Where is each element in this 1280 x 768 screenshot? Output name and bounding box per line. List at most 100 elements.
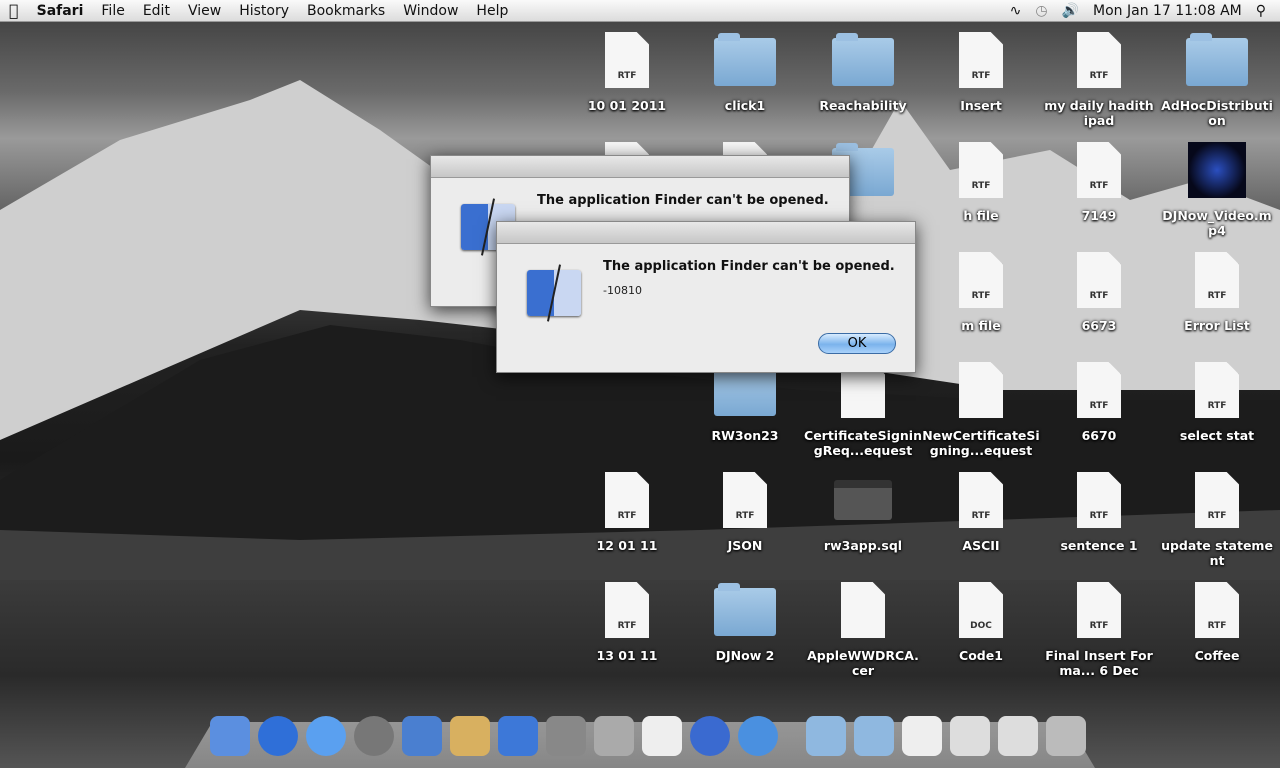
desktop-icon-label: JSON bbox=[727, 538, 763, 553]
desktop-icon[interactable]: RTF 7149 bbox=[1040, 142, 1158, 223]
desktop-icon[interactable]: AppleWWDRCA.cer bbox=[804, 582, 922, 678]
menu-edit[interactable]: Edit bbox=[134, 3, 179, 19]
desktop-icon-label: RW3on23 bbox=[711, 428, 779, 443]
dock-provisioning-file-icon[interactable] bbox=[902, 716, 942, 756]
desktop-icon[interactable]: RTF 6670 bbox=[1040, 362, 1158, 443]
file-type-badge: RTF bbox=[1207, 621, 1227, 631]
time-machine-icon[interactable]: ◷ bbox=[1035, 3, 1047, 19]
desktop-icon[interactable]: RTF my daily hadith ipad bbox=[1040, 32, 1158, 128]
desktop-icon[interactable]: RTF Final Insert Forma... 6 Dec bbox=[1040, 582, 1158, 678]
file-type-badge: RTF bbox=[1207, 511, 1227, 521]
file-type-badge: RTF bbox=[1207, 401, 1227, 411]
document-icon: RTF bbox=[723, 472, 767, 528]
dock-help-icon[interactable] bbox=[594, 716, 634, 756]
menu-history[interactable]: History bbox=[230, 3, 298, 19]
dock-window-stack-icon[interactable] bbox=[998, 716, 1038, 756]
desktop-icon[interactable]: RTF JSON bbox=[686, 472, 804, 553]
menu-bookmarks[interactable]: Bookmarks bbox=[298, 3, 394, 19]
document-icon bbox=[959, 362, 1003, 418]
desktop-icon[interactable]: RTF h file bbox=[922, 142, 1040, 223]
menu-view[interactable]: View bbox=[179, 3, 230, 19]
document-icon: RTF bbox=[605, 472, 649, 528]
document-icon: RTF bbox=[959, 32, 1003, 88]
desktop-icon-label: 13 01 11 bbox=[596, 648, 658, 663]
dock-trash-icon[interactable] bbox=[1046, 716, 1086, 756]
desktop-icon-label: 7149 bbox=[1081, 208, 1117, 223]
desktop-icon[interactable]: AdHocDistribution bbox=[1158, 32, 1276, 128]
file-type-badge: RTF bbox=[617, 511, 637, 521]
dock-sync-icon[interactable] bbox=[690, 716, 730, 756]
desktop-icon-label: select stat bbox=[1179, 428, 1255, 443]
file-type-badge: RTF bbox=[1089, 291, 1109, 301]
desktop-icon[interactable]: RTF 12 01 11 bbox=[568, 472, 686, 553]
spotlight-search-icon[interactable]: ⚲ bbox=[1256, 3, 1266, 19]
dock-applications-stack-icon[interactable] bbox=[854, 716, 894, 756]
folder-icon bbox=[1186, 33, 1248, 86]
clock[interactable]: Mon Jan 17 11:08 AM bbox=[1093, 3, 1242, 19]
desktop-icon[interactable]: click1 bbox=[686, 32, 804, 113]
desktop-icon[interactable]: CertificateSigningReq...equest bbox=[804, 362, 922, 458]
desktop-icon[interactable]: RTF update statement bbox=[1158, 472, 1276, 568]
desktop-icon[interactable]: DJNow_Video.mp4 bbox=[1158, 142, 1276, 238]
menu-help[interactable]: Help bbox=[467, 3, 517, 19]
desktop-icon[interactable]: rw3app.sql bbox=[804, 472, 922, 553]
dock-ios-simulator-icon[interactable] bbox=[498, 716, 538, 756]
desktop-icon-label: CertificateSigningReq...equest bbox=[804, 428, 922, 458]
desktop-icon[interactable]: RTF 13 01 11 bbox=[568, 582, 686, 663]
desktop-icon[interactable]: RTF Error List bbox=[1158, 252, 1276, 333]
dialog-message: The application Finder can't be opened. bbox=[603, 259, 895, 274]
desktop-icon[interactable]: RTF 6673 bbox=[1040, 252, 1158, 333]
dock-system-preferences-icon[interactable] bbox=[546, 716, 586, 756]
desktop-icon-label: ASCII bbox=[962, 538, 1000, 553]
desktop-icon-label: Coffee bbox=[1194, 648, 1240, 663]
desktop-icon-label: rw3app.sql bbox=[823, 538, 903, 553]
file-type-badge: RTF bbox=[1089, 71, 1109, 81]
desktop-icon[interactable]: RTF Coffee bbox=[1158, 582, 1276, 663]
menu-window[interactable]: Window bbox=[394, 3, 467, 19]
dialog-message: The application Finder can't be opened. bbox=[537, 193, 829, 208]
dock-finder-icon[interactable] bbox=[210, 716, 250, 756]
menu-file[interactable]: File bbox=[92, 3, 133, 19]
dock-instruments-icon[interactable] bbox=[450, 716, 490, 756]
dialog-title-bar[interactable] bbox=[497, 222, 915, 244]
desktop-icon-label: click1 bbox=[724, 98, 766, 113]
desktop-icon[interactable]: NewCertificateSigning...equest bbox=[922, 362, 1040, 458]
desktop-icon-label: 12 01 11 bbox=[596, 538, 658, 553]
dock-documents-stack-icon[interactable] bbox=[806, 716, 846, 756]
file-type-badge: RTF bbox=[1089, 181, 1109, 191]
dock-app-store-icon[interactable] bbox=[258, 716, 298, 756]
dock-textedit-icon[interactable] bbox=[642, 716, 682, 756]
video-thumbnail-icon bbox=[1188, 142, 1246, 198]
dock-preview-window-icon[interactable] bbox=[950, 716, 990, 756]
dock-xcode-icon[interactable] bbox=[402, 716, 442, 756]
volume-icon[interactable]: 🔊 bbox=[1062, 3, 1079, 19]
menu-safari[interactable]: Safari bbox=[28, 3, 93, 19]
dialog-title-bar[interactable] bbox=[431, 156, 849, 178]
document-icon bbox=[841, 582, 885, 638]
ok-button[interactable]: OK bbox=[818, 333, 896, 354]
activity-icon[interactable]: ∿ bbox=[1010, 3, 1022, 19]
desktop-icon[interactable]: RTF select stat bbox=[1158, 362, 1276, 443]
desktop-icon[interactable]: Reachability bbox=[804, 32, 922, 113]
desktop-icon-label: 10 01 2011 bbox=[587, 98, 667, 113]
desktop-icon[interactable]: DOC Code1 bbox=[922, 582, 1040, 663]
dock-time-machine-icon[interactable] bbox=[354, 716, 394, 756]
desktop-icon[interactable]: RTF sentence 1 bbox=[1040, 472, 1158, 553]
desktop-icon[interactable]: RTF 10 01 2011 bbox=[568, 32, 686, 113]
dock-safari-icon[interactable] bbox=[738, 716, 778, 756]
folder-icon bbox=[832, 33, 894, 86]
desktop-icon-label: NewCertificateSigning...equest bbox=[922, 428, 1040, 458]
sql-file-icon bbox=[834, 480, 892, 520]
document-icon: RTF bbox=[1077, 142, 1121, 198]
dock-ichat-icon[interactable] bbox=[306, 716, 346, 756]
desktop-icon[interactable]: RTF m file bbox=[922, 252, 1040, 333]
desktop-icon[interactable]: RTF Insert bbox=[922, 32, 1040, 113]
file-type-badge: RTF bbox=[971, 71, 991, 81]
folder-icon bbox=[714, 583, 776, 636]
folder-icon bbox=[714, 363, 776, 416]
desktop-icon-label: DJNow 2 bbox=[715, 648, 775, 663]
desktop-icon[interactable]: RTF ASCII bbox=[922, 472, 1040, 553]
desktop-icon[interactable]: DJNow 2 bbox=[686, 582, 804, 663]
apple-menu-icon[interactable]:  bbox=[0, 1, 28, 20]
desktop-icon[interactable]: RW3on23 bbox=[686, 362, 804, 443]
